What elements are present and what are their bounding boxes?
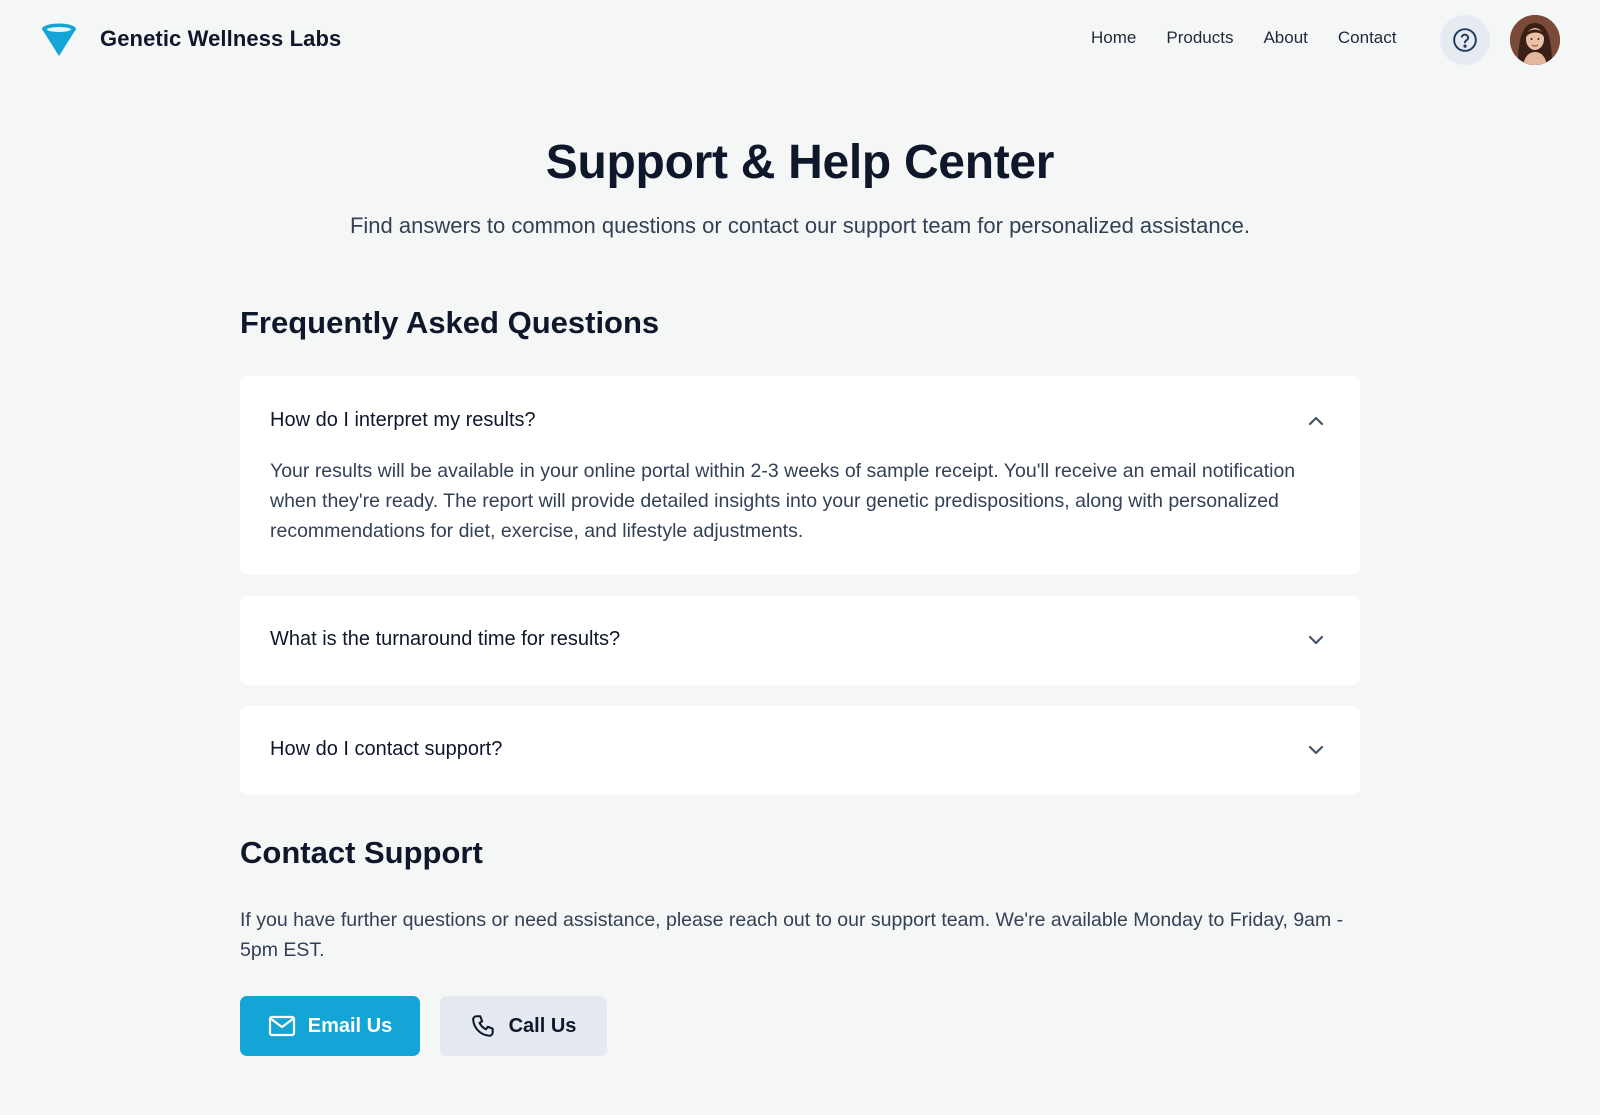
phone-icon bbox=[471, 1015, 494, 1037]
nav-contact-link[interactable]: Contact bbox=[1338, 28, 1397, 48]
main-nav: Home Products About Contact bbox=[1091, 28, 1396, 48]
email-us-label: Email Us bbox=[307, 1014, 393, 1037]
question-circle-icon bbox=[1453, 28, 1477, 52]
page-title: Support & Help Center bbox=[545, 136, 1055, 189]
faq-section-title: Frequently Asked Questions bbox=[240, 305, 660, 340]
chevron-up-icon[interactable] bbox=[1306, 411, 1326, 431]
chevron-down-icon[interactable] bbox=[1306, 740, 1326, 760]
nav-products-link[interactable]: Products bbox=[1166, 28, 1233, 48]
contact-description: If you have further questions or need as… bbox=[240, 909, 1344, 961]
email-us-button[interactable]: Email Us bbox=[240, 996, 420, 1056]
faq-item: How do I contact support? bbox=[240, 706, 1360, 795]
funnel-logo-icon[interactable] bbox=[41, 22, 77, 58]
help-button[interactable] bbox=[1440, 15, 1490, 65]
site-header: Genetic Wellness Labs Home Products Abou… bbox=[0, 0, 1600, 80]
faq-item: How do I interpret my results? Your resu… bbox=[240, 376, 1360, 575]
nav-home-link[interactable]: Home bbox=[1091, 28, 1136, 48]
faq-question-toggle[interactable]: What is the turnaround time for results? bbox=[270, 628, 620, 651]
brand-name[interactable]: Genetic Wellness Labs bbox=[100, 26, 341, 52]
faq-question-toggle[interactable]: How do I interpret my results? bbox=[270, 409, 536, 432]
avatar-image bbox=[1510, 15, 1560, 65]
call-us-label: Call Us bbox=[508, 1014, 577, 1037]
user-avatar[interactable] bbox=[1510, 15, 1560, 65]
call-us-button[interactable]: Call Us bbox=[440, 996, 607, 1056]
contact-section-title: Contact Support bbox=[240, 835, 483, 870]
faq-question-toggle[interactable]: How do I contact support? bbox=[270, 738, 502, 761]
page-subtitle: Find answers to common questions or cont… bbox=[349, 213, 1250, 238]
chevron-down-icon[interactable] bbox=[1306, 630, 1326, 650]
faq-answer: Your results will be available in your o… bbox=[270, 460, 1296, 542]
faq-item: What is the turnaround time for results? bbox=[240, 596, 1360, 685]
nav-about-link[interactable]: About bbox=[1263, 28, 1307, 48]
mail-icon bbox=[268, 1015, 295, 1037]
